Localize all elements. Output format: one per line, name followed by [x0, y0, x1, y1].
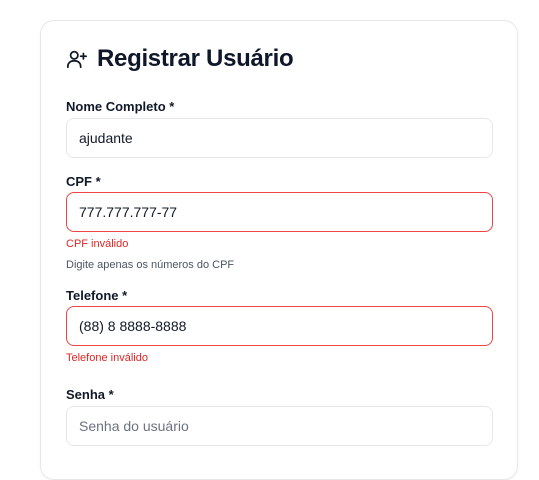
cpf-error-message: CPF inválido: [66, 238, 129, 250]
cpf-hint: Digite apenas os números do CPF: [66, 259, 235, 271]
cpf-input[interactable]: 777.777.777-77: [66, 192, 493, 232]
cpf-label: CPF *: [66, 174, 101, 189]
senha-label: Senha *: [66, 387, 114, 402]
register-user-card: Registrar Usuário Nome Completo * ajudan…: [40, 20, 518, 480]
card-header: Registrar Usuário: [66, 45, 294, 73]
page-title: Registrar Usuário: [97, 45, 294, 72]
user-plus-icon: [66, 48, 88, 70]
telefone-label: Telefone *: [66, 288, 128, 303]
telefone-error-message: Telefone inválido: [66, 352, 148, 364]
nome-label: Nome Completo *: [66, 99, 175, 114]
telefone-input[interactable]: (88) 8 8888-8888: [66, 306, 493, 346]
senha-input[interactable]: Senha do usuário: [66, 406, 493, 446]
nome-input[interactable]: ajudante: [66, 118, 493, 158]
